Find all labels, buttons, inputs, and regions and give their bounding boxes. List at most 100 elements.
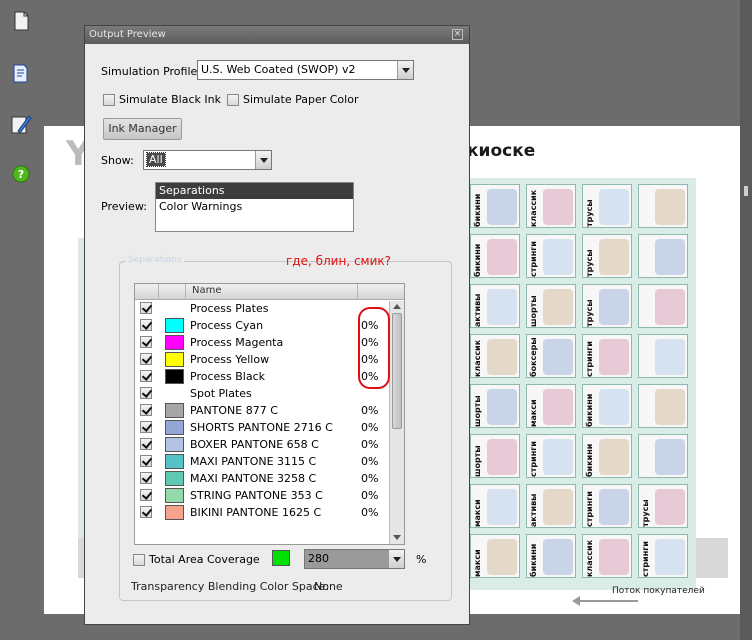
separation-checkbox[interactable]	[140, 438, 152, 450]
product-label: макси	[473, 499, 482, 527]
separation-name: Process Yellow	[190, 353, 270, 366]
simulate-paper-color-label: Simulate Paper Color	[243, 93, 359, 106]
separation-color-swatch	[165, 471, 184, 486]
separation-checkbox[interactable]	[140, 506, 152, 518]
product-label	[641, 287, 653, 327]
separation-checkbox[interactable]	[140, 404, 152, 416]
separation-percent: 0%	[361, 506, 379, 519]
simulate-black-ink-option[interactable]: Simulate Black Ink	[103, 93, 221, 106]
annotation-text: где, блин, смик?	[286, 254, 392, 268]
product-label: трусы	[585, 249, 594, 277]
pages-icon[interactable]	[10, 10, 32, 32]
separation-checkbox[interactable]	[140, 336, 152, 348]
separation-checkbox[interactable]	[140, 370, 152, 382]
product-label: бикини	[585, 393, 594, 427]
simulation-profile-select[interactable]: U.S. Web Coated (SWOP) v2	[197, 60, 414, 80]
close-icon[interactable]: ×	[452, 29, 463, 40]
product-cell	[638, 184, 688, 228]
scroll-up-icon[interactable]	[393, 304, 401, 309]
separations-scrollbar[interactable]	[389, 301, 404, 544]
scroll-down-icon[interactable]	[393, 535, 401, 540]
product-label: макси	[529, 399, 538, 427]
total-area-coverage-color-swatch[interactable]	[272, 550, 290, 566]
product-cell: классик	[526, 184, 576, 228]
product-image	[543, 189, 573, 225]
product-image	[487, 539, 517, 575]
separation-row[interactable]: PANTONE 877 C 0%	[135, 402, 404, 419]
document-scrollbar-thumb[interactable]	[744, 186, 748, 196]
product-cell: стринги	[638, 534, 688, 578]
product-cell	[638, 384, 688, 428]
product-label: шорты	[529, 295, 538, 327]
total-area-coverage-select[interactable]: 280	[304, 549, 405, 569]
product-image	[655, 389, 685, 425]
separation-row[interactable]: BIKINI PANTONE 1625 C 0%	[135, 504, 404, 521]
product-label: стринги	[585, 490, 594, 527]
separation-color-swatch	[165, 403, 184, 418]
simulate-black-ink-checkbox[interactable]	[103, 93, 115, 106]
separation-checkbox[interactable]	[140, 421, 152, 433]
separation-color-swatch	[165, 369, 184, 384]
separation-color-swatch	[165, 420, 184, 435]
preview-option-separations[interactable]: Separations	[156, 183, 353, 199]
show-select[interactable]: All	[143, 150, 272, 170]
separation-row[interactable]: STRING PANTONE 353 C 0%	[135, 487, 404, 504]
separation-checkbox[interactable]	[140, 387, 152, 399]
total-area-coverage-checkbox[interactable]	[133, 553, 145, 566]
signature-icon[interactable]	[10, 113, 32, 135]
simulation-profile-label: Simulation Profile:	[101, 65, 201, 78]
separation-row[interactable]: MAXI PANTONE 3258 C 0%	[135, 470, 404, 487]
product-image	[543, 339, 573, 375]
separation-checkbox[interactable]	[140, 489, 152, 501]
simulate-paper-color-option[interactable]: Simulate Paper Color	[227, 93, 358, 106]
separation-percent: 0%	[361, 404, 379, 417]
product-cell: шорты	[470, 384, 520, 428]
separation-row[interactable]: BOXER PANTONE 658 C 0%	[135, 436, 404, 453]
separations-group-label: Separations	[126, 255, 184, 265]
total-area-coverage-option[interactable]: Total Area Coverage	[133, 553, 260, 566]
product-label: классик	[585, 539, 594, 577]
show-label: Show:	[101, 154, 134, 167]
separation-checkbox[interactable]	[140, 319, 152, 331]
dialog-title-bar[interactable]: Output Preview ×	[85, 26, 469, 44]
arrow-left-icon	[572, 596, 638, 606]
product-cell: шорты	[470, 434, 520, 478]
separation-checkbox[interactable]	[140, 472, 152, 484]
product-cell: трусы	[582, 184, 632, 228]
separation-name: Process Black	[190, 370, 265, 383]
bookmarks-icon[interactable]	[10, 62, 32, 84]
separations-table-header: Name	[135, 284, 404, 300]
name-column-header[interactable]: Name	[192, 285, 222, 296]
separation-percent: 0%	[361, 472, 379, 485]
product-cell	[638, 434, 688, 478]
product-cell: стринги	[526, 234, 576, 278]
help-icon[interactable]: ?	[10, 164, 32, 186]
chevron-down-icon[interactable]	[255, 151, 271, 169]
chevron-down-icon[interactable]	[397, 61, 413, 79]
separation-percent: 0%	[361, 455, 379, 468]
separation-name: Process Plates	[190, 302, 269, 315]
preview-list[interactable]: Separations Color Warnings	[155, 182, 354, 232]
ink-manager-button[interactable]: Ink Manager	[103, 118, 182, 140]
separation-checkbox[interactable]	[140, 455, 152, 467]
product-label: активы	[529, 493, 538, 527]
chevron-down-icon[interactable]	[388, 550, 404, 568]
product-image	[599, 339, 629, 375]
blending-value: None	[314, 580, 343, 593]
left-toolbar: ?	[0, 0, 44, 640]
separation-checkbox[interactable]	[140, 302, 152, 314]
separation-row[interactable]: MAXI PANTONE 3115 C 0%	[135, 453, 404, 470]
preview-option-color-warnings[interactable]: Color Warnings	[156, 199, 353, 215]
separation-row[interactable]: SHORTS PANTONE 2716 C 0%	[135, 419, 404, 436]
separation-name: PANTONE 877 C	[190, 404, 278, 417]
separation-checkbox[interactable]	[140, 353, 152, 365]
document-scrollbar[interactable]	[740, 0, 752, 640]
svg-text:?: ?	[18, 168, 24, 181]
product-label: классик	[529, 189, 538, 227]
separation-percent: 0%	[361, 489, 379, 502]
product-label: боксеры	[529, 337, 538, 377]
separation-name: SHORTS PANTONE 2716 C	[190, 421, 333, 434]
product-label: стринги	[529, 240, 538, 277]
separations-scrollbar-thumb[interactable]	[392, 313, 402, 429]
simulate-paper-color-checkbox[interactable]	[227, 93, 239, 106]
